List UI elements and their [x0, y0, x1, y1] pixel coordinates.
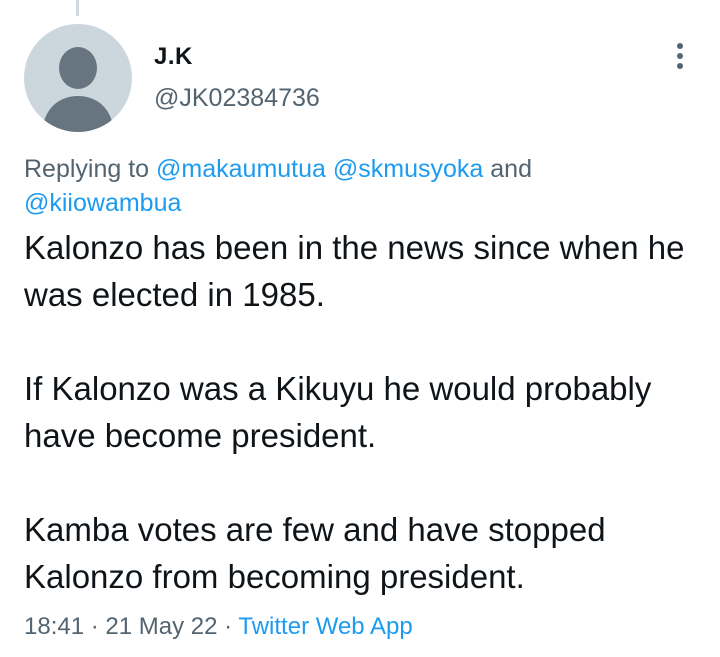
tweet-time: 18:41 [24, 613, 85, 640]
meta-separator: · [224, 613, 233, 640]
avatar[interactable] [24, 24, 132, 132]
more-vertical-icon [677, 43, 683, 69]
more-options-button[interactable] [668, 42, 692, 72]
mention-link[interactable]: @skmusyoka [333, 155, 483, 183]
tweet-paragraph: Kalonzo has been in the news since when … [24, 229, 685, 313]
meta-separator: · [90, 613, 99, 640]
mention-link[interactable]: @kiiowambua [24, 189, 181, 217]
thread-connector-line [76, 0, 79, 16]
tweet-paragraph: If Kalonzo was a Kikuyu he would probabl… [24, 370, 652, 454]
tweet-source-link[interactable]: Twitter Web App [238, 613, 412, 640]
tweet-text: Kalonzo has been in the news since when … [24, 224, 704, 600]
replying-to: Replying to @makaumutua @skmusyoka and @… [24, 152, 664, 220]
tweet-paragraph: Kamba votes are few and have stopped Kal… [24, 511, 606, 595]
mention-link[interactable]: @makaumutua [156, 155, 326, 183]
tweet-timestamp-link[interactable]: 18:41 · 21 May 22 [24, 613, 217, 640]
tweet-metadata: 18:41 · 21 May 22 · Twitter Web App [24, 613, 413, 641]
default-profile-icon [42, 47, 114, 132]
tweet-date: 21 May 22 [105, 613, 218, 640]
author-handle[interactable]: @JK02384736 [154, 84, 320, 113]
replying-to-label: Replying to [24, 155, 150, 183]
author-display-name[interactable]: J.K [154, 43, 193, 71]
replying-to-conjunction: and [490, 155, 532, 183]
